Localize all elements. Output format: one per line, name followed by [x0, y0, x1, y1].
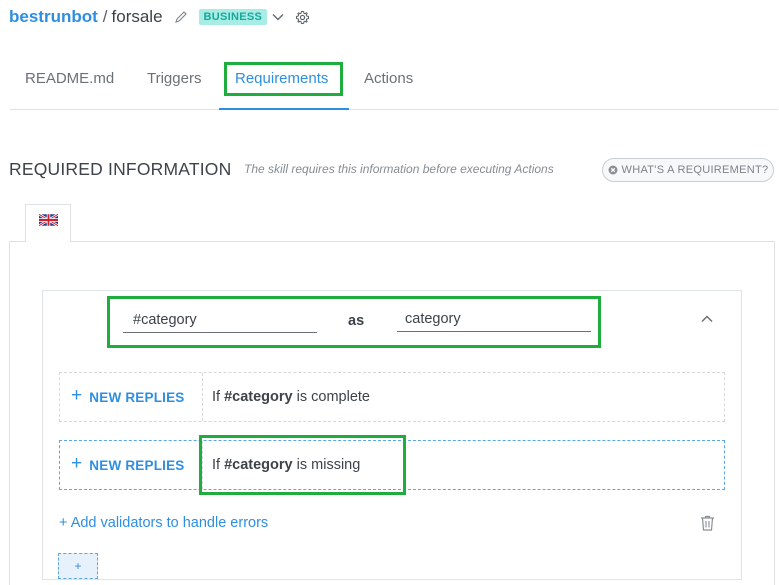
uk-flag-icon	[37, 212, 59, 231]
business-badge: BUSINESS	[198, 9, 268, 25]
reply-row-complete: + NEW REPLIES If #category is complete	[59, 372, 725, 422]
chevron-up-icon[interactable]	[699, 311, 715, 327]
tab-triggers[interactable]: Triggers	[147, 70, 201, 87]
tab-actions[interactable]: Actions	[364, 70, 413, 87]
active-tab-indicator	[219, 108, 349, 110]
reply-condition-complete: If #category is complete	[203, 389, 370, 405]
new-replies-label: NEW REPLIES	[89, 457, 185, 473]
gear-icon[interactable]	[295, 10, 310, 25]
new-replies-label: NEW REPLIES	[89, 389, 185, 405]
tab-bar: README.md Triggers Requirements Actions	[10, 60, 778, 110]
page-header: bestrunbot / forsale BUSINESS	[9, 4, 310, 30]
plus-icon: +	[71, 453, 83, 474]
chevron-down-icon[interactable]	[271, 10, 285, 24]
breadcrumb-separator: /	[102, 7, 108, 26]
section-title: REQUIRED INFORMATION	[9, 159, 232, 179]
requirements-tab-highlight	[224, 62, 343, 96]
language-tab-en[interactable]	[25, 204, 71, 242]
bot-name-link[interactable]: bestrunbot	[9, 7, 98, 27]
skill-name: forsale	[111, 7, 163, 26]
tab-readme[interactable]: README.md	[25, 70, 114, 87]
trash-icon[interactable]	[700, 515, 715, 531]
new-replies-complete-button[interactable]: + NEW REPLIES	[60, 373, 203, 421]
fields-highlight	[107, 296, 601, 348]
condition-entity: #category	[224, 389, 293, 405]
section-description: The skill requires this information befo…	[244, 162, 554, 176]
help-circle-icon	[608, 165, 618, 175]
condition-suffix: is complete	[292, 389, 370, 405]
condition-prefix: If	[212, 389, 225, 405]
pencil-icon[interactable]	[174, 10, 188, 24]
new-replies-missing-button[interactable]: + NEW REPLIES	[60, 441, 203, 489]
add-requirement-button[interactable]: +	[58, 553, 98, 579]
missing-condition-highlight	[199, 435, 406, 495]
plus-icon: +	[71, 385, 83, 406]
whats-a-requirement-button[interactable]: WHAT'S A REQUIREMENT?	[602, 158, 774, 182]
whats-a-requirement-label: WHAT'S A REQUIREMENT?	[621, 164, 769, 176]
add-validators-link[interactable]: + Add validators to handle errors	[59, 515, 268, 531]
